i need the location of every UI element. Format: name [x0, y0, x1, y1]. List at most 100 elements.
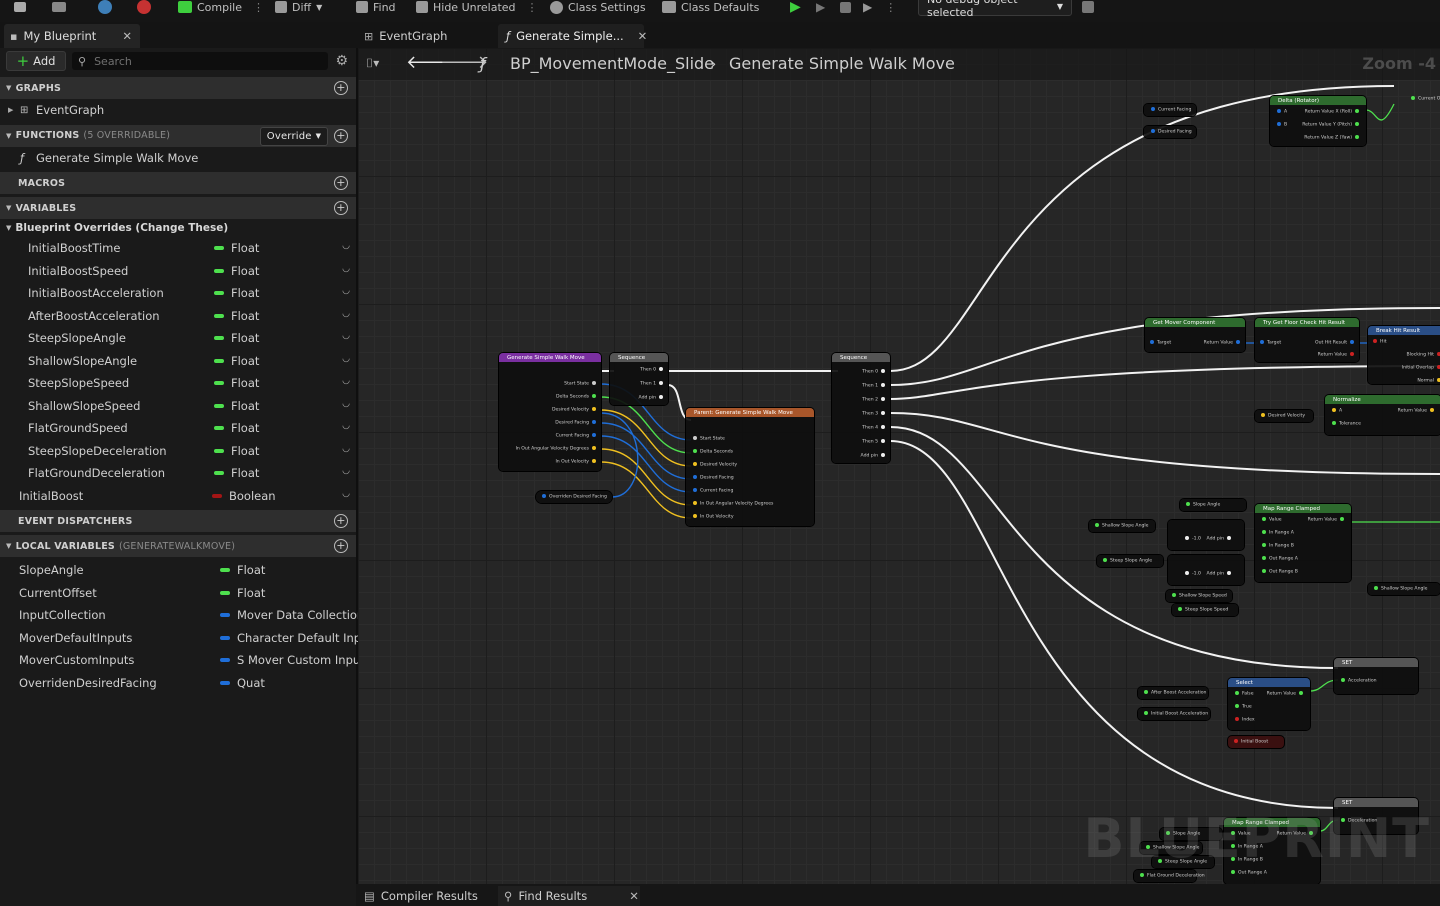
node-pin[interactable]: Blocking Hit: [1406, 352, 1440, 358]
node-pin[interactable]: Flat Ground Deceleration: [1137, 873, 1205, 879]
node-pin[interactable]: Out Range A: [1259, 556, 1298, 562]
node-pin[interactable]: After Boost Acceleration: [1141, 690, 1206, 696]
node-pin[interactable]: Start State: [690, 436, 725, 442]
node-pin[interactable]: Value: [1259, 517, 1282, 523]
browse-icon[interactable]: [52, 0, 66, 14]
tab-event-graph[interactable]: ⊞ EventGraph: [362, 24, 494, 48]
overriden-desired-facing-getter[interactable]: Overriden Desired Facing: [536, 491, 612, 503]
node-pin[interactable]: Steep Slope Angle: [1100, 558, 1152, 564]
eject-button[interactable]: ▶ ⋮: [863, 0, 896, 14]
tab-my-blueprint[interactable]: ▪ My Blueprint ✕: [4, 24, 140, 48]
node-pin[interactable]: In Range B: [1259, 543, 1294, 549]
node-pin[interactable]: Add pin: [1207, 536, 1234, 542]
node-pin[interactable]: Desired Velocity: [1258, 413, 1305, 419]
eye-closed-icon[interactable]: ◡: [342, 399, 350, 409]
eye-closed-icon[interactable]: ◡: [342, 489, 350, 499]
initial-boost-accel-getter[interactable]: Initial Boost Acceleration: [1138, 708, 1210, 720]
slope-getter[interactable]: Slope Angle: [1180, 499, 1246, 511]
node-pin[interactable]: Return Value: [1318, 352, 1357, 358]
initial-boost-getter[interactable]: Initial Boost: [1228, 736, 1284, 748]
node-pin[interactable]: Shallow Slope Angle: [1371, 586, 1428, 592]
node-pin[interactable]: -1.0: [1182, 536, 1201, 542]
local-variables-header[interactable]: ▼ LOCAL VARIABLES (GENERATEWALKMOVE) +: [0, 535, 356, 557]
breadcrumb-blueprint[interactable]: BP_MovementMode_Slide: [510, 54, 714, 73]
node-pin[interactable]: Out Range A: [1228, 870, 1267, 876]
node-pin[interactable]: Then 5: [862, 439, 888, 445]
close-icon[interactable]: ✕: [122, 29, 132, 43]
desired-facing-getter[interactable]: Desired Facing: [1144, 126, 1196, 138]
local-variable-row[interactable]: SlopeAngle Float: [0, 559, 356, 582]
set-node-acceleration[interactable]: SET Acceleration: [1334, 658, 1418, 694]
eye-closed-icon[interactable]: ◡: [342, 331, 350, 341]
gear-icon[interactable]: ⚙: [335, 53, 348, 69]
node-pin[interactable]: Current Offset: [1408, 96, 1440, 102]
hide-unrelated-button[interactable]: Hide Unrelated ⋮: [416, 0, 538, 14]
node-pin[interactable]: Return Value Z (Yaw): [1304, 135, 1362, 141]
node-pin[interactable]: Out Hit Result: [1315, 340, 1357, 346]
sequence-node-2[interactable]: Sequence Then 0 Then 1 Then 2 Then 3 Then 4 Th…: [832, 353, 890, 463]
eye-closed-icon[interactable]: ◡: [342, 309, 350, 319]
add-function-icon[interactable]: +: [334, 128, 348, 143]
variable-row[interactable]: InitialBoostTime Float ◡: [0, 237, 356, 260]
node-pin[interactable]: Return Value: [1204, 340, 1243, 346]
tab-generate-simple[interactable]: ƒ Generate Simple... ✕: [498, 24, 647, 48]
node-pin[interactable]: B: [1274, 122, 1287, 128]
get-mover-component-node[interactable]: Get Mover Component Target Return Value: [1145, 318, 1245, 352]
node-pin[interactable]: Shallow Slope Speed: [1169, 593, 1227, 599]
variable-row[interactable]: SteepSlopeSpeed Float ◡: [0, 372, 356, 395]
local-variable-row[interactable]: InputCollection Mover Data Collection: [0, 604, 364, 627]
variable-row[interactable]: SteepSlopeDeceleration Float ◡: [0, 440, 356, 463]
node-pin[interactable]: Then 3: [862, 411, 888, 417]
debug-object-select[interactable]: No debug object selected ▼: [918, 0, 1072, 19]
node-pin[interactable]: Then 1: [640, 381, 666, 387]
eye-closed-icon[interactable]: ◡: [342, 444, 350, 454]
local-variable-row[interactable]: OverridenDesiredFacing Quat: [0, 672, 356, 695]
node-pin[interactable]: Then 4: [862, 425, 888, 431]
close-icon[interactable]: ✕: [629, 889, 639, 903]
node-pin[interactable]: False: [1232, 691, 1254, 697]
debug-filter-icon[interactable]: [1082, 0, 1094, 14]
node-pin[interactable]: Desired Facing: [555, 420, 599, 426]
node-pin[interactable]: Delta Seconds: [556, 394, 599, 400]
node-pin[interactable]: In Out Angular Velocity Degrees: [516, 446, 599, 452]
node-pin[interactable]: In Out Velocity: [690, 514, 734, 520]
event-dispatchers-header[interactable]: EVENT DISPATCHERS +: [0, 510, 356, 532]
node-pin[interactable]: Target: [1147, 340, 1171, 346]
variable-row[interactable]: SteepSlopeAngle Float ◡: [0, 327, 356, 350]
node-pin[interactable]: Return Value: [1308, 517, 1347, 523]
node-pin[interactable]: Add pin: [639, 395, 666, 401]
node-pin[interactable]: Desired Velocity: [552, 407, 599, 413]
shallow-slope-angle-output[interactable]: Shallow Slope Angle: [1368, 583, 1440, 595]
blueprint-graph-canvas[interactable]: Generate Simple Walk Move Start State Delt…: [358, 48, 1440, 884]
add-button[interactable]: + Add: [6, 51, 66, 71]
node-pin[interactable]: Tolerance: [1329, 421, 1361, 427]
variables-header[interactable]: ▼ VARIABLES +: [0, 197, 356, 219]
graphs-header[interactable]: ▼ GRAPHS +: [0, 77, 356, 99]
compile-options-icon[interactable]: ⋮: [253, 1, 264, 14]
add-local-variable-icon[interactable]: +: [334, 539, 348, 553]
eye-closed-icon[interactable]: ◡: [342, 264, 350, 274]
node-pin[interactable]: Return Value: [1398, 408, 1437, 414]
add-pin-node-2[interactable]: Add pin -1.0: [1168, 555, 1244, 585]
bookmark-icon[interactable]: ⌷▾: [366, 56, 379, 71]
eye-closed-icon[interactable]: ◡: [342, 241, 350, 251]
record-icon[interactable]: [137, 0, 151, 14]
save-icon[interactable]: [14, 0, 26, 14]
node-pin[interactable]: Hit: [1370, 339, 1387, 345]
node-pin[interactable]: True: [1232, 704, 1252, 710]
node-pin[interactable]: Return Value Y (Pitch): [1302, 122, 1362, 128]
desired-velocity-getter[interactable]: Desired Velocity: [1255, 410, 1313, 422]
current-facing-getter[interactable]: Current Facing: [1144, 104, 1196, 116]
node-pin[interactable]: Shallow Slope Angle: [1092, 523, 1149, 529]
node-pin[interactable]: Return Value X (Roll): [1305, 109, 1362, 115]
node-pin[interactable]: A: [1329, 408, 1342, 414]
node-pin[interactable]: Steep Slope Speed: [1175, 607, 1228, 613]
node-pin[interactable]: Target: [1257, 340, 1281, 346]
diff-button[interactable]: Diff ▼: [275, 0, 322, 14]
play-options-icon[interactable]: ⋮: [885, 1, 896, 14]
eye-closed-icon[interactable]: ◡: [342, 354, 350, 364]
slope-getter[interactable]: Shallow Slope Angle: [1089, 520, 1155, 532]
variable-row[interactable]: FlatGroundDeceleration Float ◡: [0, 462, 356, 485]
slope-getter[interactable]: Steep Slope Speed: [1172, 604, 1238, 616]
node-pin[interactable]: Desired Facing: [690, 475, 734, 481]
